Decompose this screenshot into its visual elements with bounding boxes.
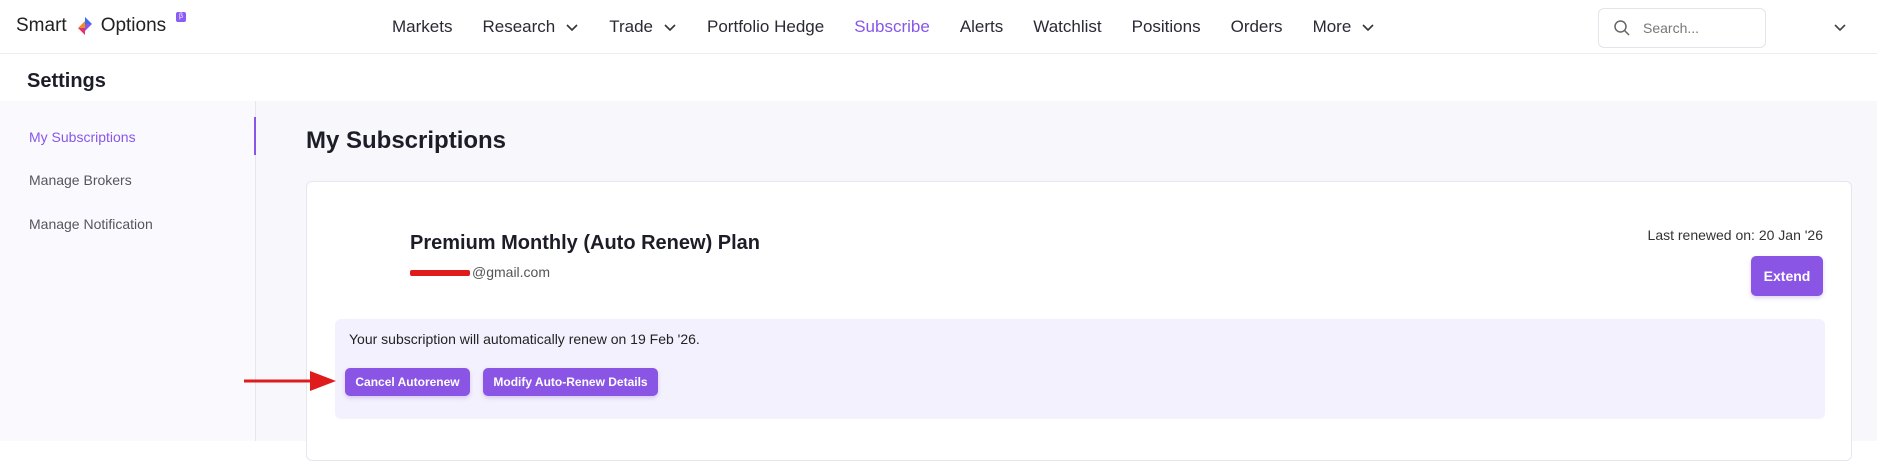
autorenew-panel: Your subscription will automatically ren… bbox=[335, 319, 1825, 419]
chevron-down-icon bbox=[664, 24, 676, 32]
last-renewed-date: Last renewed on: 20 Jan '26 bbox=[1647, 227, 1823, 243]
modify-autorenew-button[interactable]: Modify Auto-Renew Details bbox=[483, 368, 658, 396]
brand-name-left: Smart bbox=[16, 15, 67, 36]
extend-button[interactable]: Extend bbox=[1751, 256, 1823, 296]
account-chevron-down-icon[interactable] bbox=[1832, 19, 1848, 35]
cancel-autorenew-button[interactable]: Cancel Autorenew bbox=[345, 368, 470, 396]
nav-markets[interactable]: Markets bbox=[392, 17, 452, 37]
logo-mark-icon bbox=[77, 17, 92, 35]
nav-trade[interactable]: Trade bbox=[609, 17, 677, 37]
nav-portfolio-hedge[interactable]: Portfolio Hedge bbox=[707, 17, 824, 37]
sidebar-item-manage-brokers[interactable]: Manage Brokers bbox=[29, 172, 132, 188]
nav-research[interactable]: Research bbox=[482, 17, 579, 37]
redaction-mark bbox=[410, 270, 470, 277]
top-navbar: Smart Options β Markets Research Trade P… bbox=[0, 0, 1877, 54]
nav-orders[interactable]: Orders bbox=[1231, 17, 1283, 37]
beta-badge: β bbox=[176, 12, 186, 22]
plan-email: @gmail.com bbox=[410, 264, 550, 280]
chevron-down-icon bbox=[566, 24, 578, 32]
settings-title: Settings bbox=[27, 70, 106, 92]
sidebar-item-my-subscriptions[interactable]: My Subscriptions bbox=[29, 129, 136, 145]
plan-name: Premium Monthly (Auto Renew) Plan bbox=[410, 232, 761, 254]
subscription-card: Premium Monthly (Auto Renew) Plan @gmail… bbox=[306, 181, 1852, 461]
main-nav: Markets Research Trade Portfolio Hedge S… bbox=[392, 0, 1405, 54]
annotation-arrow-icon bbox=[244, 371, 336, 391]
page-title: My Subscriptions bbox=[306, 127, 507, 154]
nav-alerts[interactable]: Alerts bbox=[960, 17, 1003, 37]
settings-sidebar: My Subscriptions Manage Brokers Manage N… bbox=[0, 101, 256, 441]
search-input[interactable] bbox=[1643, 20, 1753, 36]
sidebar-item-manage-notification[interactable]: Manage Notification bbox=[29, 216, 153, 232]
email-suffix: @gmail.com bbox=[472, 264, 551, 280]
nav-subscribe[interactable]: Subscribe bbox=[854, 17, 930, 37]
nav-more[interactable]: More bbox=[1313, 17, 1376, 37]
nav-watchlist[interactable]: Watchlist bbox=[1033, 17, 1101, 37]
search-icon bbox=[1614, 20, 1630, 36]
brand-logo[interactable]: Smart Options β bbox=[16, 12, 186, 38]
nav-positions[interactable]: Positions bbox=[1132, 17, 1201, 37]
main-content: My Subscriptions Premium Monthly (Auto R… bbox=[256, 101, 1877, 461]
search-box[interactable] bbox=[1598, 8, 1766, 48]
brand-name-right: Options bbox=[100, 15, 167, 36]
autorenew-message: Your subscription will automatically ren… bbox=[349, 331, 700, 347]
chevron-down-icon bbox=[1362, 24, 1374, 32]
